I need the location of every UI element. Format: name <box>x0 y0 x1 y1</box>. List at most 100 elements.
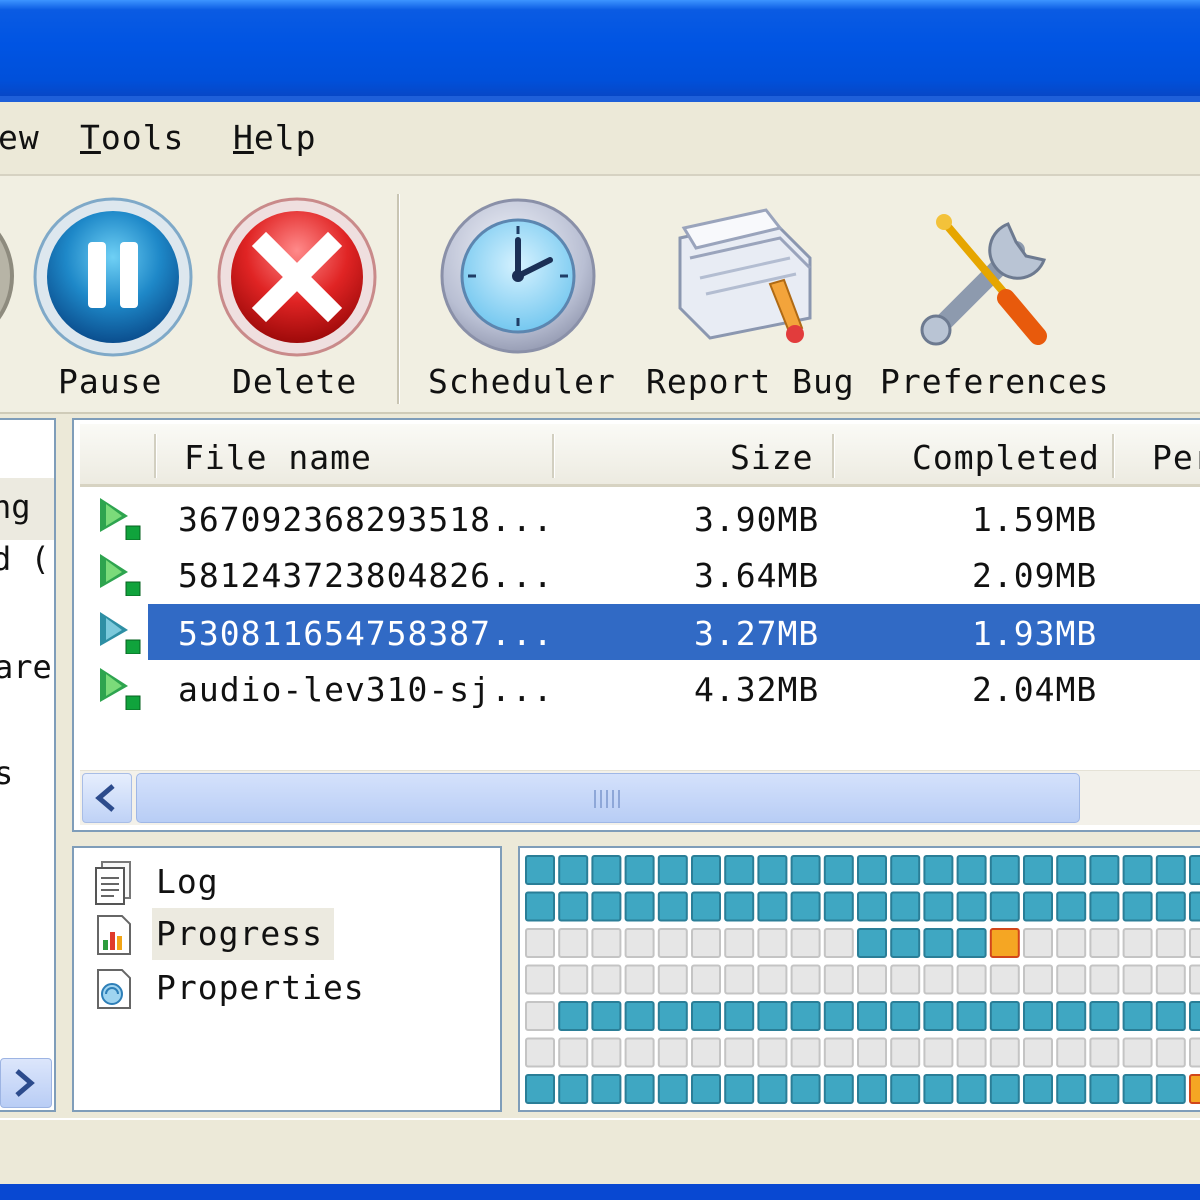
tree-item-label: Log <box>156 862 219 901</box>
block-downloaded <box>1023 1001 1053 1031</box>
block-downloaded <box>1089 1001 1120 1031</box>
block-empty <box>1089 928 1120 958</box>
block-downloaded <box>956 855 987 885</box>
block-downloaded <box>558 855 589 885</box>
block-empty <box>657 1037 688 1068</box>
block-empty <box>691 1037 721 1068</box>
tree-item-log[interactable]: Log <box>74 856 494 908</box>
block-downloaded <box>1122 855 1153 885</box>
column-header-percent[interactable]: Per <box>1152 438 1200 477</box>
menu-help[interactable]: Help <box>233 118 316 157</box>
block-empty <box>989 1037 1020 1068</box>
block-empty <box>823 964 854 995</box>
block-downloaded <box>525 1074 555 1104</box>
block-downloaded <box>1056 1074 1087 1104</box>
block-empty <box>790 964 821 995</box>
block-empty <box>591 928 622 958</box>
block-downloaded <box>624 855 655 885</box>
block-empty <box>657 964 688 995</box>
sidebar-item-software[interactable]: are <box>0 648 52 686</box>
table-row[interactable]: 581243723804826... 3.64MB 2.09MB <box>80 546 1200 602</box>
block-empty <box>757 964 788 995</box>
menu-view[interactable]: ew <box>0 118 40 157</box>
scroll-left-button[interactable] <box>82 773 132 823</box>
preferences-button[interactable]: Preferences <box>872 176 1112 412</box>
menu-tools-label: ools <box>100 118 185 157</box>
tools-icon <box>920 214 1047 346</box>
menu-tools[interactable]: Tools <box>80 118 184 157</box>
block-empty <box>857 1037 887 1068</box>
block-downloaded <box>989 855 1020 885</box>
block-downloaded <box>823 1001 854 1031</box>
column-header-size[interactable]: Size <box>730 438 813 477</box>
block-empty <box>624 1037 655 1068</box>
block-downloaded <box>624 1074 655 1104</box>
tree-item-properties[interactable]: Properties <box>74 962 494 1014</box>
report-bug-label: Report Bug <box>646 362 855 401</box>
sidebar-item-downloading[interactable]: ng <box>0 488 31 526</box>
horizontal-scrollbar[interactable] <box>80 770 1200 825</box>
block-empty <box>525 1037 555 1068</box>
block-downloaded <box>923 928 954 958</box>
block-empty <box>724 928 755 958</box>
toolbar-button-previous[interactable] <box>0 176 20 412</box>
block-empty <box>525 964 555 995</box>
block-empty <box>1122 928 1153 958</box>
block-downloaded <box>890 928 921 958</box>
sidebar-item-completed[interactable]: d ( <box>0 540 50 578</box>
block-empty <box>1023 1037 1053 1068</box>
window-bottom-edge <box>0 1184 1200 1200</box>
downloading-status-icon <box>100 612 141 654</box>
cell-file-name: 367092368293518... <box>178 500 554 539</box>
report-bug-button[interactable]: Report Bug <box>640 176 860 412</box>
scrollbar-thumb[interactable] <box>136 773 1080 823</box>
block-downloaded <box>956 928 987 958</box>
download-list: File name Size Completed Per 36709236829… <box>72 418 1200 832</box>
block-downloaded <box>1155 891 1186 922</box>
column-header-completed[interactable]: Completed <box>912 438 1100 477</box>
menu-tools-mnemonic: T <box>80 118 101 157</box>
block-empty <box>890 1037 921 1068</box>
block-empty <box>1155 1037 1186 1068</box>
block-empty <box>823 928 854 958</box>
block-downloaded <box>989 891 1020 922</box>
cell-size: 3.64MB <box>694 556 820 595</box>
block-downloaded <box>657 855 688 885</box>
category-sidebar[interactable]: ng d ( are s <box>0 418 56 1112</box>
table-row[interactable]: audio-lev310-sj... 4.32MB 2.04MB <box>80 660 1200 716</box>
block-downloaded <box>657 891 688 922</box>
block-downloaded <box>1155 1001 1186 1031</box>
block-empty <box>591 964 622 995</box>
block-downloaded <box>1023 1074 1053 1104</box>
window-title-bar[interactable] <box>0 0 1200 100</box>
delete-icon <box>217 197 377 357</box>
sidebar-scroll-right-button[interactable] <box>0 1058 52 1108</box>
block-downloaded <box>923 1074 954 1104</box>
toolbar: Pause Delete Scheduler Report Bug Prefer… <box>0 176 1200 414</box>
block-downloaded <box>790 1074 821 1104</box>
pause-button[interactable]: Pause <box>28 176 198 412</box>
block-empty <box>1122 964 1153 995</box>
scheduler-button[interactable]: Scheduler <box>420 176 620 412</box>
block-downloaded <box>1122 891 1153 922</box>
block-empty <box>1155 964 1186 995</box>
sidebar-item-others[interactable]: s <box>0 754 13 792</box>
column-header-file-name[interactable]: File name <box>184 438 372 477</box>
progress-block-map <box>518 846 1200 1112</box>
delete-button[interactable]: Delete <box>208 176 388 412</box>
delete-label: Delete <box>232 362 358 401</box>
block-downloaded <box>857 1074 887 1104</box>
downloading-status-icon <box>100 554 141 596</box>
block-downloaded <box>591 891 622 922</box>
menu-view-label: ew <box>0 118 40 157</box>
scheduler-label: Scheduler <box>428 362 616 401</box>
table-row[interactable]: 367092368293518... 3.90MB 1.59MB <box>80 490 1200 546</box>
status-bar <box>0 1118 1200 1184</box>
block-downloaded <box>1189 855 1200 885</box>
block-empty <box>1089 1037 1120 1068</box>
table-row-selected[interactable]: 530811654758387... 3.27MB 1.93MB <box>80 604 1200 660</box>
block-empty <box>790 928 821 958</box>
block-downloaded <box>989 1001 1020 1031</box>
block-empty <box>558 1037 589 1068</box>
tree-item-progress[interactable]: Progress <box>74 908 494 960</box>
